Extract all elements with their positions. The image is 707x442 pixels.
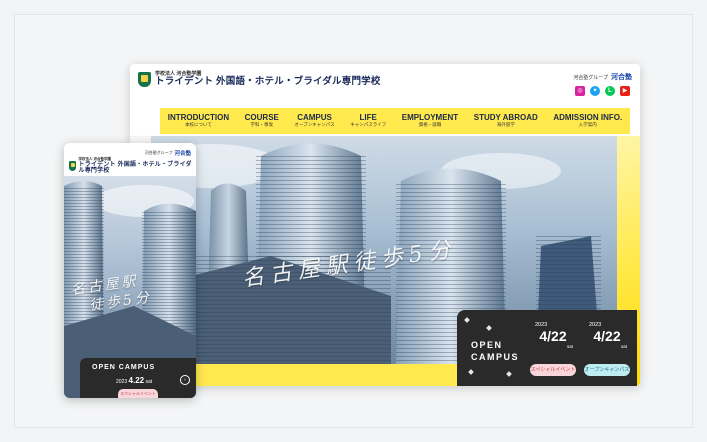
nav-item-admission[interactable]: ADMISSION INFO. 入学案内	[553, 113, 622, 128]
arrow-right-icon[interactable]: ›	[180, 375, 190, 385]
event-date: 4/22	[539, 328, 567, 344]
event-day-number: 4.22	[128, 376, 145, 385]
logo-title: トライデント 外国語・ホテル・ブライダル専門学校	[155, 76, 381, 88]
nav-item-study-abroad[interactable]: STUDY ABROAD 海外留学	[474, 113, 538, 128]
event-day: sat	[145, 379, 153, 385]
nav-item-employment[interactable]: EMPLOYMENT 資格・就職	[402, 113, 458, 128]
group-mark: 河合塾	[611, 74, 632, 81]
nav-item-life[interactable]: LIFE キャンパスライフ	[350, 113, 387, 128]
school-crest-icon	[138, 72, 151, 88]
group-label: 河合塾グループ	[144, 150, 173, 155]
main-nav: INTRODUCTION 本校について COURSE 学科・専攻 CAMPUS …	[160, 108, 630, 134]
nav-item-introduction[interactable]: INTRODUCTION 本校について	[168, 113, 229, 128]
open-campus-card[interactable]: OPEN CAMPUS 2023 4.22 sat › スペシャルイベント	[80, 358, 196, 398]
event-date: 4/22	[593, 328, 621, 344]
logo-title: トライデント 外国語・ホテル・ブライダル専門学校	[78, 161, 192, 174]
desktop-mockup: 学校法人 河合塾学園 トライデント 外国語・ホテル・ブライダル専門学校 河合塾グ…	[130, 64, 640, 386]
confetti-shape	[464, 317, 470, 323]
nav-item-sublabel: 入学案内	[578, 121, 597, 127]
event-day: sat	[620, 344, 627, 349]
open-campus-tag[interactable]: オープンキャンパス	[584, 364, 630, 376]
nav-item-campus[interactable]: CAMPUS オープンキャンパス	[294, 113, 335, 128]
event-date-2: 2023 4/22 sat	[583, 322, 631, 349]
special-event-tag[interactable]: スペシャルイベント	[530, 364, 576, 376]
twitter-icon[interactable]: ✦	[590, 86, 600, 96]
nav-item-sublabel: 本校について	[184, 121, 212, 127]
group-link[interactable]: 河合塾グループ 河合塾	[145, 149, 191, 157]
nav-item-sublabel: 学科・専攻	[250, 121, 274, 127]
social-links: ◎ ✦ L ▶	[575, 86, 630, 96]
confetti-shape	[468, 369, 474, 375]
group-mark: 河合塾	[174, 151, 191, 157]
special-event-tag[interactable]: スペシャルイベント	[118, 389, 158, 398]
school-crest-icon	[69, 161, 76, 172]
nav-item-sublabel: オープンキャンパス	[294, 121, 335, 127]
nav-item-sublabel: 海外留学	[496, 121, 515, 127]
youtube-icon[interactable]: ▶	[620, 86, 630, 96]
confetti-shape	[486, 325, 492, 331]
open-campus-title: OPEN CAMPUS	[92, 364, 156, 371]
site-logo[interactable]: 学校法人 河合塾学園 トライデント 外国語・ホテル・ブライダル専門学校	[138, 71, 381, 88]
event-date-1: 2023 4/22 sat	[529, 322, 577, 349]
nav-item-sublabel: 資格・就職	[418, 121, 442, 127]
event-year: 2023	[116, 379, 128, 385]
nav-item-sublabel: キャンパスライフ	[350, 121, 387, 127]
line-icon[interactable]: L	[605, 86, 615, 96]
confetti-shape	[506, 371, 512, 377]
mobile-mockup: 河合塾グループ 河合塾 学校法人 河合塾学園 トライデント 外国語・ホテル・ブラ…	[64, 143, 196, 398]
mobile-header: 河合塾グループ 河合塾 学校法人 河合塾学園 トライデント 外国語・ホテル・ブラ…	[64, 143, 196, 176]
group-link[interactable]: 河合塾グループ 河合塾	[573, 72, 632, 82]
open-campus-title: OPEN CAMPUS	[471, 340, 520, 362]
event-day: sat	[566, 344, 573, 349]
nav-item-course[interactable]: COURSE 学科・専攻	[245, 113, 279, 128]
event-date: 2023 4.22 sat	[116, 376, 152, 385]
instagram-icon[interactable]: ◎	[575, 86, 585, 96]
site-logo[interactable]: 学校法人 河合塾学園 トライデント 外国語・ホテル・ブライダル専門学校	[69, 157, 196, 174]
open-campus-card[interactable]: OPEN CAMPUS 2023 4/22 sat スペシャルイベント 2023…	[457, 310, 637, 386]
group-label: 河合塾グループ	[573, 74, 608, 81]
